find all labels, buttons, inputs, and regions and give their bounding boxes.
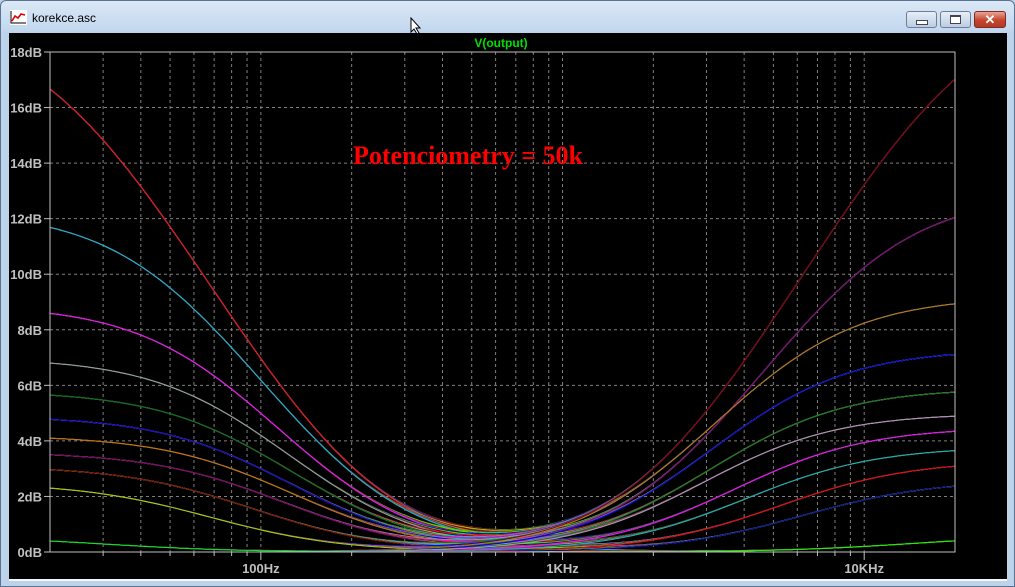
close-button[interactable]: ✕ <box>974 11 1006 28</box>
trace-step <box>49 415 956 541</box>
trace-step <box>49 394 956 552</box>
trace-step <box>49 312 956 535</box>
trace-step <box>49 226 956 552</box>
trace-step <box>49 303 956 538</box>
trace-step <box>49 391 956 542</box>
trace-step <box>49 354 956 542</box>
y-tick-label: 18dB <box>10 45 42 60</box>
trace-step <box>49 312 956 542</box>
trace-step <box>49 226 956 547</box>
y-tick-label: 2dB <box>17 489 42 504</box>
x-tick-label: 10KHz <box>844 561 884 576</box>
trace-step <box>49 217 956 548</box>
trace-step <box>49 354 956 537</box>
trace-step <box>49 362 956 542</box>
minimize-icon <box>915 19 928 25</box>
trace-step <box>49 362 956 544</box>
y-tick-label: 16dB <box>10 101 42 116</box>
trace-step <box>49 312 956 538</box>
y-tick-label: 8dB <box>17 323 42 338</box>
trace-step <box>49 415 956 544</box>
trace-label[interactable]: V(output) <box>474 36 527 50</box>
trace-step <box>49 303 956 544</box>
y-tick-label: 6dB <box>17 378 42 393</box>
trace-step <box>49 303 956 536</box>
waveform-plot-pane[interactable]: 0dB 2dB 4dB 6dB 8dB 10dB 12dB 14dB 16dB 18dB 100Hz… <box>9 33 1007 581</box>
x-tick-label: 1KHz <box>546 561 579 576</box>
trace-step <box>49 391 956 541</box>
y-tick-label: 0dB <box>17 545 42 560</box>
trace-step <box>49 418 956 548</box>
trace-step <box>49 217 956 537</box>
trace-step <box>49 312 956 537</box>
trace-step <box>49 391 956 540</box>
y-tick-label: 14dB <box>10 156 42 171</box>
waveform-icon <box>10 10 27 25</box>
trace-step <box>49 430 956 545</box>
trace-step <box>49 354 956 545</box>
x-tick-label: 100Hz <box>242 561 280 576</box>
trace-step <box>49 415 956 546</box>
trace-step <box>49 312 956 552</box>
maximize-icon <box>950 15 961 24</box>
trace-step <box>49 217 956 539</box>
close-icon: ✕ <box>984 11 996 27</box>
trace-step <box>49 303 956 547</box>
trace-step <box>49 303 956 552</box>
trace-step <box>49 391 956 552</box>
maximize-button[interactable] <box>940 11 971 28</box>
trace-step <box>49 217 956 540</box>
y-tick-label: 10dB <box>10 267 42 282</box>
trace-step <box>49 394 956 545</box>
trace-step <box>49 354 956 552</box>
trace-step <box>49 362 956 539</box>
trace-step <box>49 226 956 534</box>
trace-step <box>49 394 956 540</box>
window-title: korekce.asc <box>32 11 97 25</box>
minimize-button[interactable] <box>906 11 937 28</box>
trace-step <box>49 312 956 543</box>
title-bar[interactable]: korekce.asc ✕ <box>1 1 1014 32</box>
trace-step <box>49 362 956 552</box>
trace-step <box>49 394 956 543</box>
trace-step <box>49 303 956 541</box>
trace-step <box>49 217 956 545</box>
trace-step <box>49 418 956 544</box>
trace-step <box>49 415 956 542</box>
trace-step <box>49 226 956 531</box>
trace-step <box>49 217 956 535</box>
trace-step <box>49 415 956 548</box>
y-tick-label: 12dB <box>10 212 42 227</box>
trace-step <box>49 303 956 539</box>
app-window: korekce.asc ✕ 0dB 2dB 4dB 6dB 8dB 10dB 12dB 14d… <box>0 0 1015 587</box>
y-tick-label: 4dB <box>17 434 42 449</box>
trace-step <box>49 217 956 533</box>
trace-step <box>49 430 956 550</box>
bode-plot[interactable]: 0dB 2dB 4dB 6dB 8dB 10dB 12dB 14dB 16dB 18dB 100Hz… <box>9 33 1007 579</box>
trace-step <box>49 226 956 536</box>
trace-step <box>49 303 956 533</box>
trace-step <box>49 418 956 545</box>
trace-step <box>49 354 956 538</box>
mouse-cursor-icon <box>410 17 422 35</box>
trace-step <box>49 312 956 548</box>
plot-annotation[interactable]: Potenciometry = 50k <box>353 141 584 170</box>
trace-step <box>49 394 956 549</box>
